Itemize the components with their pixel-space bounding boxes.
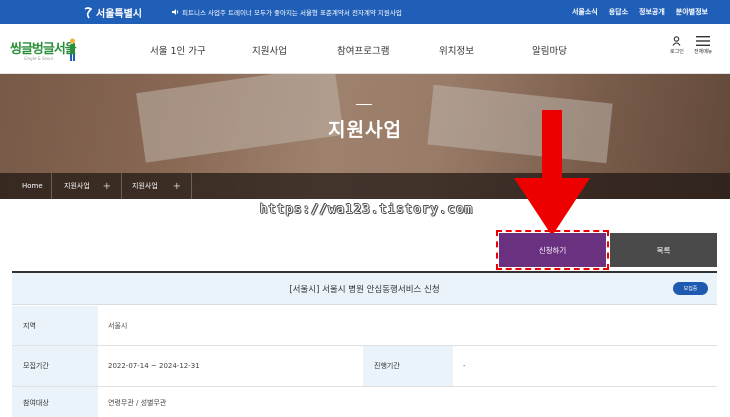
red-arrow-icon [514,110,590,236]
top-utility-bar: 서울특별시 피트니스 사업주 트레이너 모두가 좋아지는 서울형 표준계약서 전… [0,0,730,24]
speaker-icon [172,9,179,15]
program-info-table: [서울시] 서울시 병원 안심동행서비스 신청 모집중 지역 서울시 모집기간 … [12,271,717,417]
table-row: 모집기간 2022-07-14 ~ 2024-12-31 진행기간 - [12,346,717,387]
row-value-progress-period: - [463,362,466,370]
breadcrumb-home[interactable]: Home [12,173,52,199]
user-icon [672,36,681,46]
login-label: 로그인 [670,49,684,55]
notice-text: 피트니스 사업주 트레이너 모두가 좋아지는 서울형 표준계약서 전자계약 지원… [182,9,402,17]
list-button[interactable]: 목록 [610,233,717,267]
plus-icon: + [102,180,111,192]
nav-notices[interactable]: 알림마당 [532,43,567,57]
status-badge: 모집중 [673,282,708,295]
breadcrumb-label: 지원사업 [132,182,158,190]
plus-icon: + [172,180,181,192]
row-value-recruit-period: 2022-07-14 ~ 2024-12-31 [108,362,200,370]
link-eungdapso[interactable]: 응답소 [609,7,628,17]
link-info-open[interactable]: 정보공개 [639,7,665,17]
row-label-region: 지역 [12,306,98,345]
main-navigation: 서울 1인 가구 지원사업 참여프로그램 위치정보 알림마당 [0,43,730,57]
list-button-label: 목록 [656,245,671,255]
seoul-city-logo[interactable]: 서울특별시 [83,5,142,20]
nav-seoul-single-household[interactable]: 서울 1인 가구 [150,43,206,57]
login-button[interactable]: 로그인 [670,36,684,55]
row-label-recruit-period: 모집기간 [12,346,98,386]
seoul-logo-text: 서울특별시 [96,9,142,20]
row-label-target: 참여대상 [12,387,98,417]
breadcrumb-label: 지원사업 [64,182,90,190]
nav-location-info[interactable]: 위치정보 [439,43,474,57]
seoul-logo-icon [84,6,93,18]
row-value-region: 서울시 [108,321,128,330]
breadcrumb-level-2[interactable]: 지원사업 + [122,173,192,199]
table-row: 지역 서울시 [12,306,717,346]
apply-button[interactable]: 신청하기 [496,230,609,270]
blog-watermark: https://wa123.tistory.com [260,201,474,216]
site-header: 씽글벙글서울 Single & Seoul 서울 1인 가구 지원사업 참여프로… [0,24,730,74]
row-label-progress-period: 진행기간 [363,346,453,386]
hamburger-menu-icon [696,36,711,46]
nav-support-projects[interactable]: 지원사업 [252,43,287,57]
apply-button-label: 신청하기 [538,245,567,255]
breadcrumb: Home 지원사업 + 지원사업 + [0,173,730,199]
hero-title-line [356,104,372,105]
link-field-info[interactable]: 분야별정보 [676,7,708,17]
breadcrumb-home-label: Home [22,182,43,190]
program-title: [서울시] 서울시 병원 안심동행서비스 신청 [289,285,440,295]
all-menu-button[interactable]: 전체메뉴 [694,36,712,55]
nav-programs[interactable]: 참여프로그램 [337,43,389,57]
link-seoul-news[interactable]: 서울소식 [572,7,598,17]
all-menu-label: 전체메뉴 [694,49,713,55]
row-value-target: 연령무관 / 성별무관 [108,399,167,407]
program-title-row: [서울시] 서울시 병원 안심동행서비스 신청 모집중 [12,273,717,305]
table-row: 참여대상 연령무관 / 성별무관 [12,387,717,417]
notice-ticker[interactable]: 피트니스 사업주 트레이너 모두가 좋아지는 서울형 표준계약서 전자계약 지원… [172,7,402,17]
page-title: 지원사업 [328,119,402,141]
breadcrumb-level-1[interactable]: 지원사업 + [52,173,122,199]
top-links: 서울소식 응답소 정보공개 분야별정보 [572,7,708,17]
